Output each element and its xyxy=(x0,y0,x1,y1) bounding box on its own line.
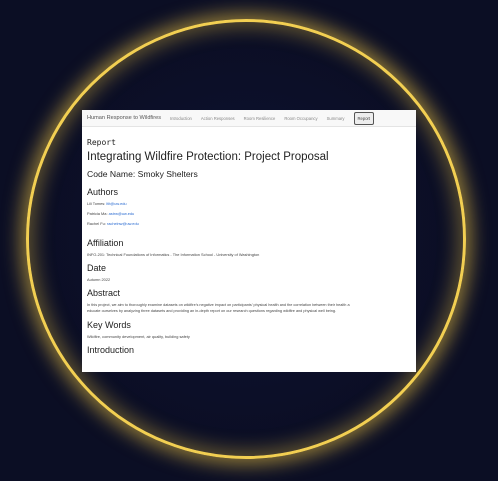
author-email-link[interactable]: ltlt@uw.edu xyxy=(106,201,126,206)
author-email-link[interactable]: astrw@uw.edu xyxy=(109,211,135,216)
keywords-heading: Key Words xyxy=(87,319,131,330)
brand-link[interactable]: Human Response to Wildfires xyxy=(87,115,161,121)
author-name: Rachel Fu: xyxy=(87,221,106,227)
code-name: Code Name: Smoky Shelters xyxy=(87,169,198,179)
nav-summary[interactable]: Summary xyxy=(327,116,345,121)
affiliation-heading: Affiliation xyxy=(87,237,124,248)
page-title: Integrating Wildfire Protection: Project… xyxy=(87,151,329,163)
nav-report[interactable]: Report xyxy=(353,111,375,125)
nav-introduction[interactable]: Introduction xyxy=(170,116,192,121)
nav-room-occupancy[interactable]: Room Occupancy xyxy=(284,116,317,121)
author-email-link[interactable]: rachelnw@uw.edu xyxy=(107,221,139,226)
date-heading: Date xyxy=(87,262,107,273)
navbar: Human Response to Wildfires Introduction… xyxy=(82,110,416,127)
browser-window: Human Response to Wildfires Introduction… xyxy=(82,110,416,372)
page-kicker: Report xyxy=(87,138,116,147)
author-item: Lili Tomes: ltlt@uw.edu xyxy=(87,201,411,206)
abstract-heading: Abstract xyxy=(87,287,121,298)
main-content: Report Integrating Wildfire Protection: … xyxy=(82,127,416,355)
authors-heading: Authors xyxy=(87,187,119,197)
author-name: Patricia Ma: xyxy=(87,211,108,217)
author-item: Patricia Ma: astrw@uw.edu xyxy=(87,211,411,216)
nav-room-resilience[interactable]: Room Resilience xyxy=(244,116,276,121)
author-name: Lili Tomes: xyxy=(87,201,106,206)
author-item: Rachel Fu: rachelnw@uw.edu xyxy=(87,221,411,226)
nav-action-responses[interactable]: Action Responses xyxy=(201,116,235,121)
introduction-heading: Introduction xyxy=(87,344,135,355)
